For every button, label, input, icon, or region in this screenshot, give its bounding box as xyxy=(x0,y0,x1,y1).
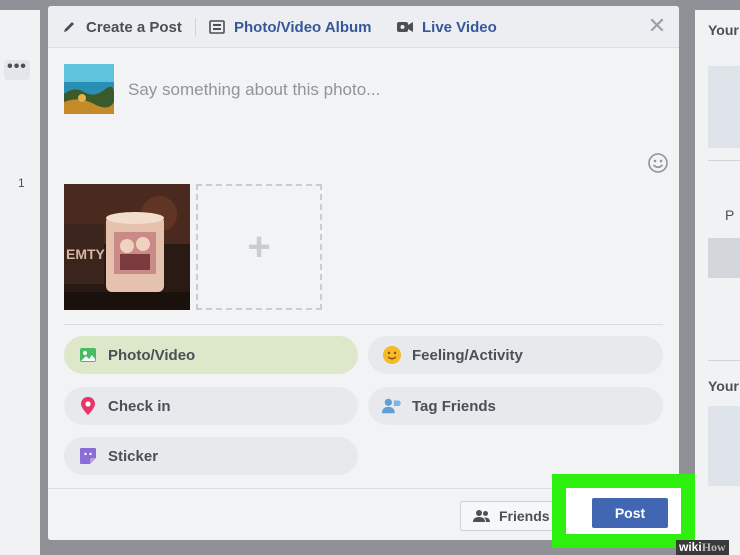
background-divider-2 xyxy=(708,360,740,361)
close-icon[interactable]: ✕ xyxy=(647,15,667,37)
wikihow-watermark: wikiHow xyxy=(676,540,729,555)
sticker-option[interactable]: Sticker xyxy=(64,437,358,475)
tab-live-video-label: Live Video xyxy=(422,18,497,36)
post-text-input[interactable]: Say something about this photo... xyxy=(128,80,380,100)
tag-friends-label: Tag Friends xyxy=(412,397,496,415)
photo-video-label: Photo/Video xyxy=(108,346,196,364)
tab-separator xyxy=(195,18,196,36)
tab-photo-video-album[interactable]: Photo/Video Album xyxy=(208,6,372,48)
create-post-dialog: Create a Post Photo/Video Album Live Vid… xyxy=(48,6,679,540)
add-photo-button[interactable]: + xyxy=(196,184,322,310)
post-button[interactable]: Post xyxy=(592,498,668,528)
background-card-image xyxy=(708,66,740,148)
svg-text:EMTY: EMTY xyxy=(66,246,106,262)
location-pin-icon xyxy=(78,396,98,416)
album-icon xyxy=(208,19,226,35)
feeling-activity-option[interactable]: Feeling/Activity xyxy=(368,336,663,374)
background-heading-bottom: Your xyxy=(708,378,739,394)
tab-create-post[interactable]: Create a Post xyxy=(60,6,182,48)
watermark-wiki: wiki xyxy=(679,540,702,554)
photo-video-option[interactable]: Photo/Video xyxy=(64,336,358,374)
tag-friends-icon xyxy=(382,396,402,416)
options-divider xyxy=(64,324,663,325)
background-text-mid: P xyxy=(725,207,735,223)
background-count: 1 xyxy=(18,176,25,190)
background-divider xyxy=(708,160,740,161)
attached-photo-thumbnail[interactable]: EMTY xyxy=(64,184,190,310)
sticker-icon xyxy=(78,446,98,466)
background-heading-top: Your xyxy=(708,22,739,38)
smiley-icon xyxy=(382,345,402,365)
emoji-icon[interactable] xyxy=(647,152,669,174)
post-composer: Say something about this photo... xyxy=(64,64,663,164)
tab-photo-video-album-label: Photo/Video Album xyxy=(234,18,372,36)
friends-icon xyxy=(473,509,491,523)
photo-icon xyxy=(78,345,98,365)
background-card-image-2 xyxy=(708,406,740,486)
audience-label: Friends xyxy=(499,508,550,524)
pencil-icon xyxy=(60,19,78,35)
check-in-option[interactable]: Check in xyxy=(64,387,358,425)
feeling-activity-label: Feeling/Activity xyxy=(412,346,523,364)
video-camera-icon xyxy=(396,19,414,35)
check-in-label: Check in xyxy=(108,397,171,415)
watermark-how: How xyxy=(701,540,726,554)
more-options-icon: ••• xyxy=(4,59,30,80)
background-button xyxy=(708,238,740,278)
post-type-tabs: Create a Post Photo/Video Album Live Vid… xyxy=(48,6,679,48)
tag-friends-option[interactable]: Tag Friends xyxy=(368,387,663,425)
background-left-panel xyxy=(0,10,40,555)
tab-live-video[interactable]: Live Video xyxy=(396,6,497,48)
sticker-label: Sticker xyxy=(108,447,159,465)
tab-create-post-label: Create a Post xyxy=(86,18,182,36)
avatar xyxy=(64,64,114,114)
